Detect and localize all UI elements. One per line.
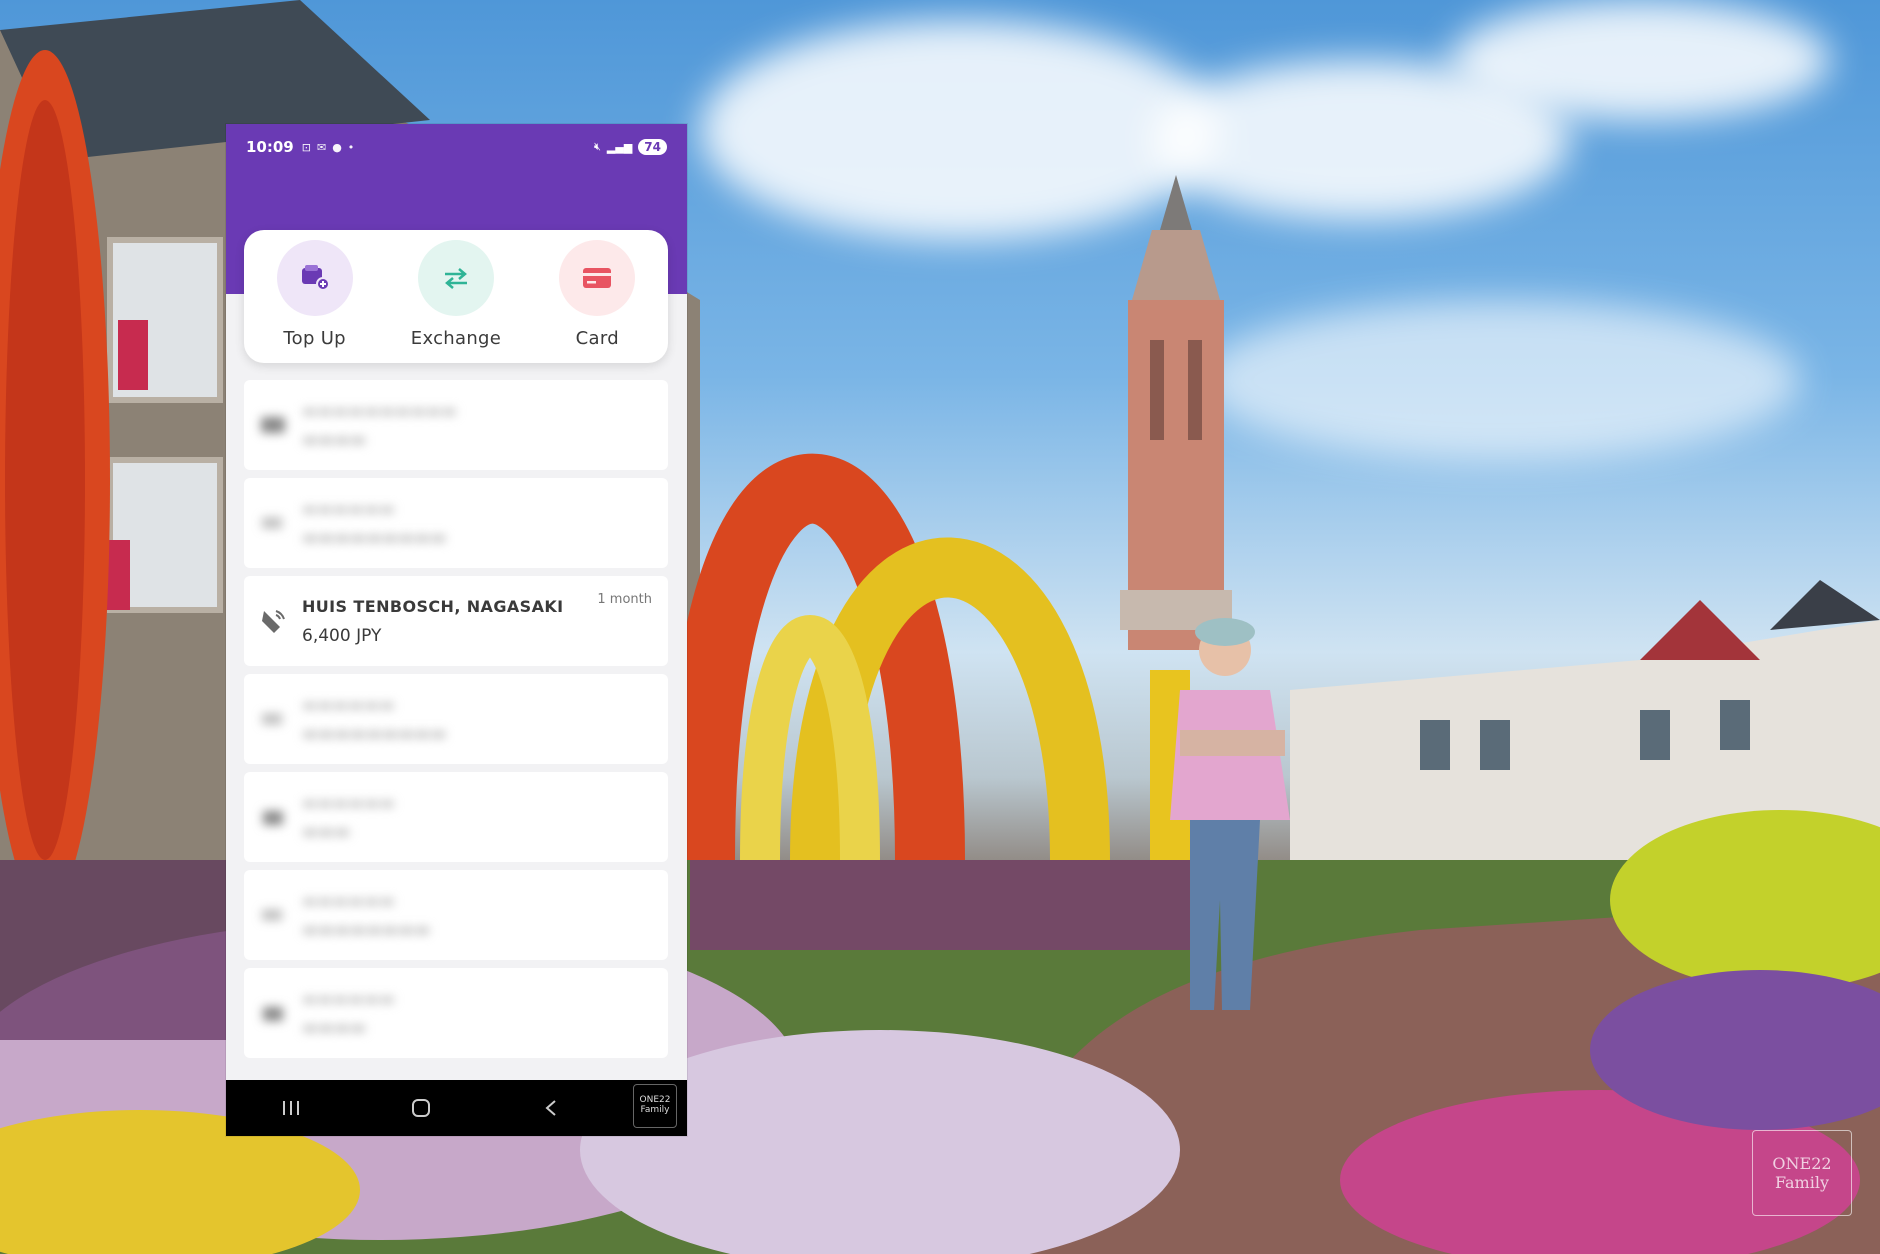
transaction-list: ▬▬▬▬▬▬▬▬▬▬ ▬▬▬▬ ▬▬▬▬▬▬ ▬▬▬▬▬▬▬▬▬ HUIS TENB…	[244, 380, 668, 1066]
shop-icon	[244, 808, 302, 826]
transaction-row[interactable]: HUIS TENBOSCH, NAGASAKI 6,400 JPY 1 mont…	[244, 576, 668, 666]
status-bar: 10:09 ⊡ ✉ ● • 🔇︎ ▂▄▆ 74	[226, 124, 687, 170]
exchange-icon	[244, 514, 302, 532]
card-button[interactable]: Card	[537, 240, 657, 349]
transaction-row[interactable]: ▬▬▬▬▬▬ ▬▬▬▬▬▬▬▬▬	[244, 478, 668, 568]
notification-icons: ⊡ ✉ ● •	[302, 141, 355, 154]
watermark-logo: ONE22 Family	[633, 1084, 677, 1128]
top-up-button[interactable]: Top Up	[255, 240, 375, 349]
screenshot-icon: ⊡	[301, 140, 311, 154]
recent-apps-button[interactable]	[226, 1100, 356, 1116]
exchange-label: Exchange	[410, 328, 502, 349]
transaction-row[interactable]: ▬▬▬▬▬▬▬▬▬▬▬▬▬▬	[244, 870, 668, 960]
back-button[interactable]	[486, 1099, 616, 1117]
exchange-icon	[244, 710, 302, 728]
mute-icon: 🔇︎	[593, 140, 601, 153]
transaction-amount: 6,400 JPY	[302, 625, 382, 646]
contactless-pay-icon	[244, 607, 302, 635]
signal-icon: ▂▄▆	[606, 140, 633, 154]
exchange-button[interactable]: Exchange	[396, 240, 516, 349]
top-up-label: Top Up	[283, 328, 346, 349]
shop-icon	[244, 1004, 302, 1022]
transaction-row[interactable]: ▬▬▬▬▬▬ ▬▬▬▬	[244, 968, 668, 1058]
phone-screenshot: 10:09 ⊡ ✉ ● • 🔇︎ ▂▄▆ 74 youtrip	[226, 124, 687, 1136]
mail-icon: ✉	[316, 140, 327, 154]
wallet-plus-icon	[276, 240, 353, 316]
transaction-row[interactable]: ▬▬▬▬▬▬ ▬▬▬	[244, 772, 668, 862]
exchange-arrows-icon	[417, 240, 494, 316]
home-button[interactable]	[356, 1098, 486, 1118]
card-icon	[559, 240, 636, 316]
status-time: 10:09	[246, 138, 294, 156]
transaction-time: 1 month	[597, 592, 652, 607]
system-icons: 🔇︎ ▂▄▆ 74	[594, 139, 667, 155]
dot-icon: •	[347, 140, 355, 154]
chat-icon: ●	[332, 140, 342, 154]
exchange-icon	[244, 906, 302, 924]
android-nav-bar: ONE22 Family	[226, 1080, 687, 1136]
card-icon	[244, 416, 302, 434]
card-label: Card	[575, 328, 619, 349]
battery-indicator: 74	[638, 139, 667, 155]
quick-actions: Top Up Exchange Card	[244, 230, 668, 363]
transaction-row[interactable]: ▬▬▬▬▬▬ ▬▬▬▬▬▬▬▬▬	[244, 674, 668, 764]
photo-watermark: ONE22 Family	[1752, 1130, 1852, 1216]
transaction-row[interactable]: ▬▬▬▬▬▬▬▬▬▬▬▬▬▬	[244, 380, 668, 470]
